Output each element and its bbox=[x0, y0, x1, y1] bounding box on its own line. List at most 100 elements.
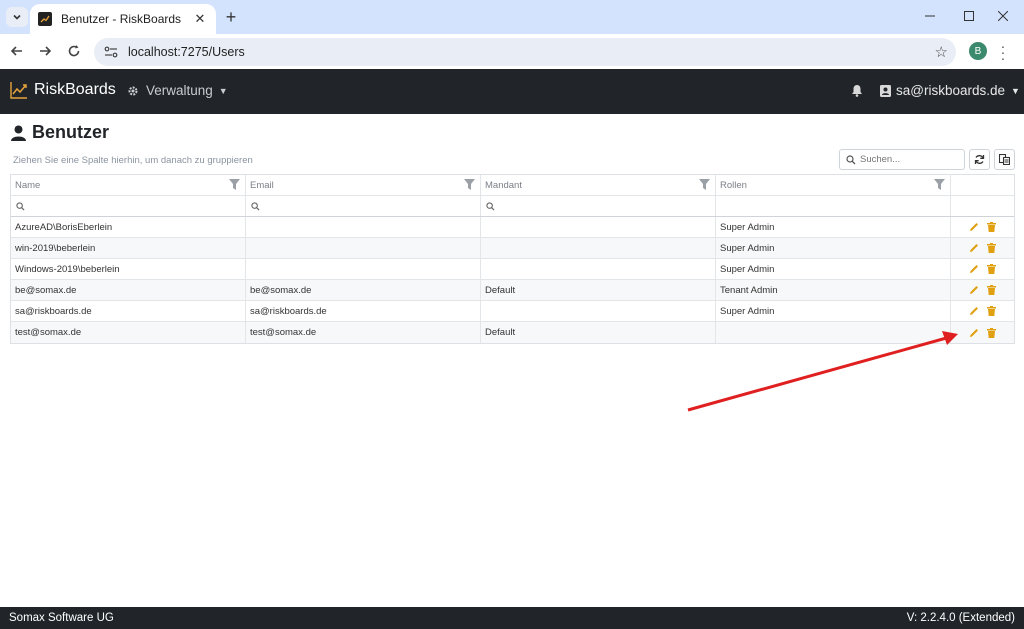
browser-menu-icon[interactable]: · · · bbox=[998, 39, 1008, 65]
cell-mandant bbox=[481, 238, 716, 258]
filter-cell-mandant[interactable] bbox=[481, 196, 716, 216]
delete-trash-icon[interactable] bbox=[985, 326, 999, 340]
brand-name: RiskBoards bbox=[34, 81, 116, 98]
site-settings-icon[interactable] bbox=[104, 46, 118, 58]
footer-version: V: 2.2.4.0 (Extended) bbox=[906, 612, 1015, 624]
cell-email: test@somax.de bbox=[246, 322, 481, 343]
cell-rollen: Super Admin bbox=[716, 259, 951, 279]
caret-down-icon: ▼ bbox=[218, 85, 228, 96]
user-card-icon bbox=[880, 84, 891, 97]
group-panel-hint[interactable]: Ziehen Sie eine Spalte hierhin, um danac… bbox=[13, 155, 253, 166]
brand-link[interactable]: RiskBoards bbox=[10, 81, 116, 99]
delete-trash-icon[interactable] bbox=[985, 304, 999, 318]
cell-email: sa@riskboards.de bbox=[246, 301, 481, 321]
edit-pencil-icon[interactable] bbox=[967, 304, 981, 318]
filter-icon[interactable] bbox=[229, 179, 240, 190]
chevron-down-icon bbox=[13, 14, 21, 20]
edit-pencil-icon[interactable] bbox=[967, 241, 981, 255]
nav-menu-label: Verwaltung bbox=[146, 83, 213, 98]
table-row[interactable]: sa@riskboards.de sa@riskboards.de Super … bbox=[11, 301, 1014, 322]
table-row[interactable]: win-2019\beberlein Super Admin bbox=[11, 238, 1014, 259]
refresh-icon bbox=[974, 155, 985, 164]
column-header-label: Rollen bbox=[720, 179, 747, 191]
delete-trash-icon[interactable] bbox=[985, 283, 999, 297]
filter-cell-name[interactable] bbox=[11, 196, 246, 216]
arrow-right-icon bbox=[40, 46, 52, 56]
tab-search-button[interactable] bbox=[6, 7, 28, 27]
delete-trash-icon[interactable] bbox=[985, 241, 999, 255]
gear-icon bbox=[128, 86, 138, 95]
users-grid: Name Email Mandant Rollen AzureAD\BorisE… bbox=[10, 174, 1015, 344]
column-header-label: Mandant bbox=[485, 179, 522, 191]
tab-title: Benutzer - RiskBoards bbox=[61, 12, 182, 26]
cell-actions bbox=[951, 259, 1014, 279]
window-close-icon[interactable] bbox=[990, 6, 1016, 26]
filter-icon[interactable] bbox=[464, 179, 475, 190]
address-bar[interactable]: localhost:7275/Users ☆ bbox=[94, 38, 956, 66]
reload-button[interactable] bbox=[62, 39, 86, 63]
edit-pencil-icon[interactable] bbox=[967, 220, 981, 234]
table-row[interactable]: AzureAD\BorisEberlein Super Admin bbox=[11, 217, 1014, 238]
minimize-icon[interactable] bbox=[917, 6, 943, 26]
edit-pencil-icon[interactable] bbox=[967, 262, 981, 276]
cell-rollen: Tenant Admin bbox=[716, 280, 951, 300]
column-header-mandant[interactable]: Mandant bbox=[481, 175, 716, 195]
footer-company: Somax Software UG bbox=[9, 612, 114, 624]
filter-icon[interactable] bbox=[699, 179, 710, 190]
column-header-name[interactable]: Name bbox=[11, 175, 246, 195]
column-header-actions bbox=[951, 175, 1014, 195]
edit-pencil-icon[interactable] bbox=[967, 283, 981, 297]
favicon-icon bbox=[38, 12, 52, 26]
profile-avatar[interactable]: B bbox=[969, 42, 987, 60]
user-menu[interactable]: sa@riskboards.de ▼ bbox=[880, 83, 1020, 98]
browser-toolbar: localhost:7275/Users ☆ B · · · bbox=[0, 34, 1024, 69]
bookmark-star-icon[interactable]: ☆ bbox=[935, 43, 948, 61]
user-email: sa@riskboards.de bbox=[896, 83, 1006, 98]
close-tab-icon[interactable]: ✕ bbox=[192, 11, 208, 27]
cell-name: AzureAD\BorisEberlein bbox=[11, 217, 246, 237]
grid-filter-row bbox=[11, 196, 1014, 217]
grid-search[interactable] bbox=[839, 149, 965, 170]
cell-name: be@somax.de bbox=[11, 280, 246, 300]
delete-trash-icon[interactable] bbox=[985, 262, 999, 276]
cell-actions bbox=[951, 238, 1014, 258]
cell-rollen: Super Admin bbox=[716, 238, 951, 258]
cell-name: Windows-2019\beberlein bbox=[11, 259, 246, 279]
user-icon bbox=[11, 125, 26, 141]
browser-tabstrip: Benutzer - RiskBoards ✕ + bbox=[0, 0, 1024, 34]
search-icon bbox=[251, 201, 260, 211]
cell-email bbox=[246, 259, 481, 279]
cell-mandant: Default bbox=[481, 280, 716, 300]
filter-cell-rollen[interactable] bbox=[716, 196, 951, 216]
filter-icon[interactable] bbox=[934, 179, 945, 190]
cell-mandant bbox=[481, 301, 716, 321]
filter-cell-email[interactable] bbox=[246, 196, 481, 216]
column-header-rollen[interactable]: Rollen bbox=[716, 175, 951, 195]
new-tab-button[interactable]: + bbox=[221, 7, 241, 27]
back-button[interactable] bbox=[5, 39, 29, 63]
reload-icon bbox=[68, 45, 80, 57]
column-chooser-button[interactable] bbox=[994, 149, 1015, 170]
cell-email: be@somax.de bbox=[246, 280, 481, 300]
browser-tab[interactable]: Benutzer - RiskBoards ✕ bbox=[30, 4, 216, 34]
annotation-arrow bbox=[687, 331, 958, 412]
cell-mandant bbox=[481, 217, 716, 237]
refresh-button[interactable] bbox=[969, 149, 990, 170]
table-row[interactable]: be@somax.de be@somax.de Default Tenant A… bbox=[11, 280, 1014, 301]
table-row[interactable]: Windows-2019\beberlein Super Admin bbox=[11, 259, 1014, 280]
cell-mandant bbox=[481, 259, 716, 279]
notifications-bell-icon[interactable] bbox=[851, 84, 863, 102]
app-footer: Somax Software UG V: 2.2.4.0 (Extended) bbox=[0, 607, 1024, 629]
nav-menu-verwaltung[interactable]: Verwaltung ▼ bbox=[127, 83, 228, 98]
maximize-icon[interactable] bbox=[956, 6, 982, 26]
search-input[interactable] bbox=[860, 154, 960, 165]
page-title-text: Benutzer bbox=[32, 122, 110, 142]
arrow-left-icon bbox=[10, 46, 22, 56]
column-header-label: Email bbox=[250, 179, 274, 191]
forward-button[interactable] bbox=[33, 39, 57, 63]
cell-name: win-2019\beberlein bbox=[11, 238, 246, 258]
page-title: Benutzer bbox=[11, 122, 109, 143]
app-navbar: RiskBoards Verwaltung ▼ sa@riskboards.de… bbox=[0, 69, 1024, 114]
delete-trash-icon[interactable] bbox=[985, 220, 999, 234]
column-header-email[interactable]: Email bbox=[246, 175, 481, 195]
